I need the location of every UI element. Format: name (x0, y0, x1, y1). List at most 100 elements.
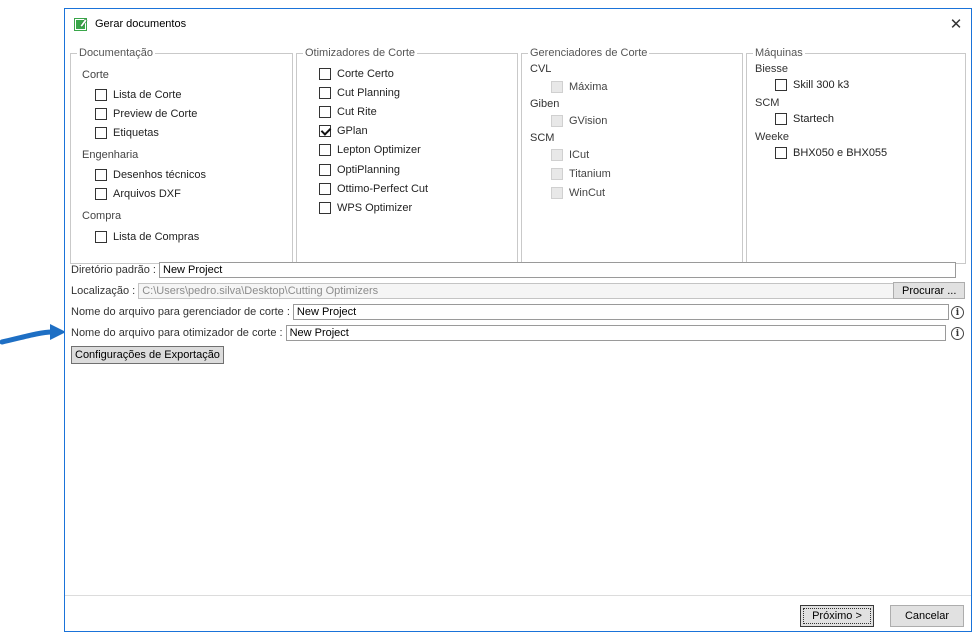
info-icon[interactable]: i (951, 306, 964, 319)
location-input[interactable] (138, 283, 896, 299)
pointer-arrow-icon (0, 324, 66, 345)
browse-button[interactable]: Procurar ... (893, 282, 966, 299)
checkbox-icut[interactable]: ICut (551, 149, 589, 161)
checkbox-box-disabled[interactable] (551, 115, 563, 127)
group-documentacao: Documentação Corte Lista de Corte Previe… (70, 46, 293, 264)
export-settings-button[interactable]: Configurações de Exportação (71, 346, 224, 364)
checkbox-box[interactable] (319, 144, 331, 156)
checkbox-wincut[interactable]: WinCut (551, 187, 605, 199)
group-legend: Máquinas (753, 46, 805, 60)
checkbox-desenhos-tecnicos[interactable]: Desenhos técnicos (95, 169, 206, 181)
info-icon[interactable]: i (951, 327, 964, 340)
checkbox-label: Lista de Corte (113, 89, 182, 101)
checkbox-label: Skill 300 k3 (793, 79, 850, 91)
checkbox-corte-certo[interactable]: Corte Certo (319, 68, 394, 80)
checkbox-box-disabled[interactable] (551, 168, 563, 180)
section-label-compra: Compra (82, 210, 122, 222)
checkbox-box-disabled[interactable] (551, 149, 563, 161)
checkbox-box[interactable] (95, 169, 107, 181)
checkbox-label: Titanium (569, 168, 611, 180)
checkbox-label: GVision (569, 115, 608, 127)
checkbox-label: Cut Rite (337, 106, 377, 118)
checkbox-preview-de-corte[interactable]: Preview de Corte (95, 108, 197, 120)
checkbox-gplan[interactable]: GPlan (319, 125, 368, 137)
document-edit-icon (74, 18, 88, 31)
directory-label: Diretório padrão : (71, 264, 156, 276)
title-bar: Gerar documentos ✕ (65, 9, 971, 39)
checkbox-ottimo-perfect-cut[interactable]: Ottimo-Perfect Cut (319, 183, 428, 195)
checkbox-label: Corte Certo (337, 68, 394, 80)
location-label: Localização : (71, 285, 136, 297)
checkbox-lista-de-compras[interactable]: Lista de Compras (95, 231, 199, 243)
checkbox-skill-300-k3[interactable]: Skill 300 k3 (775, 79, 849, 91)
checkbox-lista-de-corte[interactable]: Lista de Corte (95, 89, 181, 101)
checkbox-cut-rite[interactable]: Cut Rite (319, 106, 377, 118)
checkbox-gvision[interactable]: GVision (551, 115, 607, 127)
close-icon: ✕ (949, 16, 963, 33)
manager-filename-input[interactable] (292, 304, 949, 320)
checkbox-box[interactable] (319, 68, 331, 80)
section-label-weeke: Weeke (755, 131, 790, 143)
checkbox-box[interactable] (775, 79, 787, 91)
checkbox-lepton-optimizer[interactable]: Lepton Optimizer (319, 144, 421, 156)
checkbox-label: Lista de Compras (113, 231, 200, 243)
section-label-scm: SCM (755, 97, 780, 109)
checkbox-arquivos-dxf[interactable]: Arquivos DXF (95, 188, 181, 200)
footer-divider (65, 595, 971, 596)
checkbox-wps-optimizer[interactable]: WPS Optimizer (319, 202, 412, 214)
checkbox-box[interactable] (319, 202, 331, 214)
checkbox-label: OptiPlanning (337, 164, 400, 176)
generate-documents-dialog: Gerar documentos ✕ Documentação Corte Li… (64, 8, 972, 632)
manager-filename-row: Nome do arquivo para gerenciador de cort… (71, 304, 949, 320)
checkbox-box[interactable] (319, 87, 331, 99)
checkbox-cut-planning[interactable]: Cut Planning (319, 87, 400, 99)
section-label-scm: SCM (530, 132, 555, 144)
section-label-engenharia: Engenharia (82, 149, 139, 161)
checkbox-box[interactable] (319, 106, 331, 118)
group-legend: Otimizadores de Corte (303, 46, 418, 60)
checkbox-label: Desenhos técnicos (113, 169, 206, 181)
group-maquinas: Máquinas Biesse Skill 300 k3 SCM Startec… (746, 46, 966, 264)
checkbox-label: WinCut (569, 187, 606, 199)
checkbox-bhx050-e-bhx055[interactable]: BHX050 e BHX055 (775, 147, 887, 159)
checkbox-box-checked[interactable] (319, 125, 331, 137)
checkbox-optiplanning[interactable]: OptiPlanning (319, 164, 400, 176)
checkbox-box[interactable] (95, 89, 107, 101)
directory-input[interactable] (159, 262, 956, 278)
location-row: Localização : (71, 283, 896, 299)
checkbox-box[interactable] (319, 183, 331, 195)
checkbox-label: WPS Optimizer (337, 202, 413, 214)
checkbox-label: Ottimo-Perfect Cut (337, 183, 429, 195)
checkbox-startech[interactable]: Startech (775, 113, 834, 125)
section-label-biesse: Biesse (755, 63, 789, 75)
section-label-giben: Giben (530, 98, 560, 110)
checkbox-box[interactable] (775, 147, 787, 159)
checkbox-box-disabled[interactable] (551, 187, 563, 199)
checkbox-titanium[interactable]: Titanium (551, 168, 611, 180)
checkbox-box[interactable] (95, 108, 107, 120)
directory-row: Diretório padrão : (71, 262, 956, 278)
checkbox-box[interactable] (775, 113, 787, 125)
checkbox-box-disabled[interactable] (551, 81, 563, 93)
cancel-button[interactable]: Cancelar (890, 605, 964, 627)
checkbox-label: Lepton Optimizer (337, 144, 421, 156)
close-button[interactable]: ✕ (941, 9, 971, 39)
checkbox-label: Etiquetas (113, 127, 159, 139)
checkbox-label: Cut Planning (337, 87, 400, 99)
group-gerenciadores-de-corte: Gerenciadores de Corte CVL Máxima Giben … (521, 46, 743, 264)
checkbox-box[interactable] (95, 231, 107, 243)
next-button[interactable]: Próximo > (800, 605, 874, 627)
optimizer-filename-input[interactable] (285, 325, 946, 341)
checkbox-box[interactable] (95, 188, 107, 200)
manager-filename-label: Nome do arquivo para gerenciador de cort… (71, 306, 290, 318)
group-legend: Documentação (77, 46, 155, 60)
checkbox-box[interactable] (319, 164, 331, 176)
checkbox-label: Preview de Corte (113, 108, 198, 120)
optimizer-filename-row: Nome do arquivo para otimizador de corte… (71, 325, 946, 341)
checkbox-etiquetas[interactable]: Etiquetas (95, 127, 159, 139)
checkbox-maxima[interactable]: Máxima (551, 81, 608, 93)
checkbox-box[interactable] (95, 127, 107, 139)
section-label-corte: Corte (82, 69, 109, 81)
group-otimizadores-de-corte: Otimizadores de Corte Corte Certo Cut Pl… (296, 46, 518, 264)
checkbox-label: ICut (569, 149, 590, 161)
